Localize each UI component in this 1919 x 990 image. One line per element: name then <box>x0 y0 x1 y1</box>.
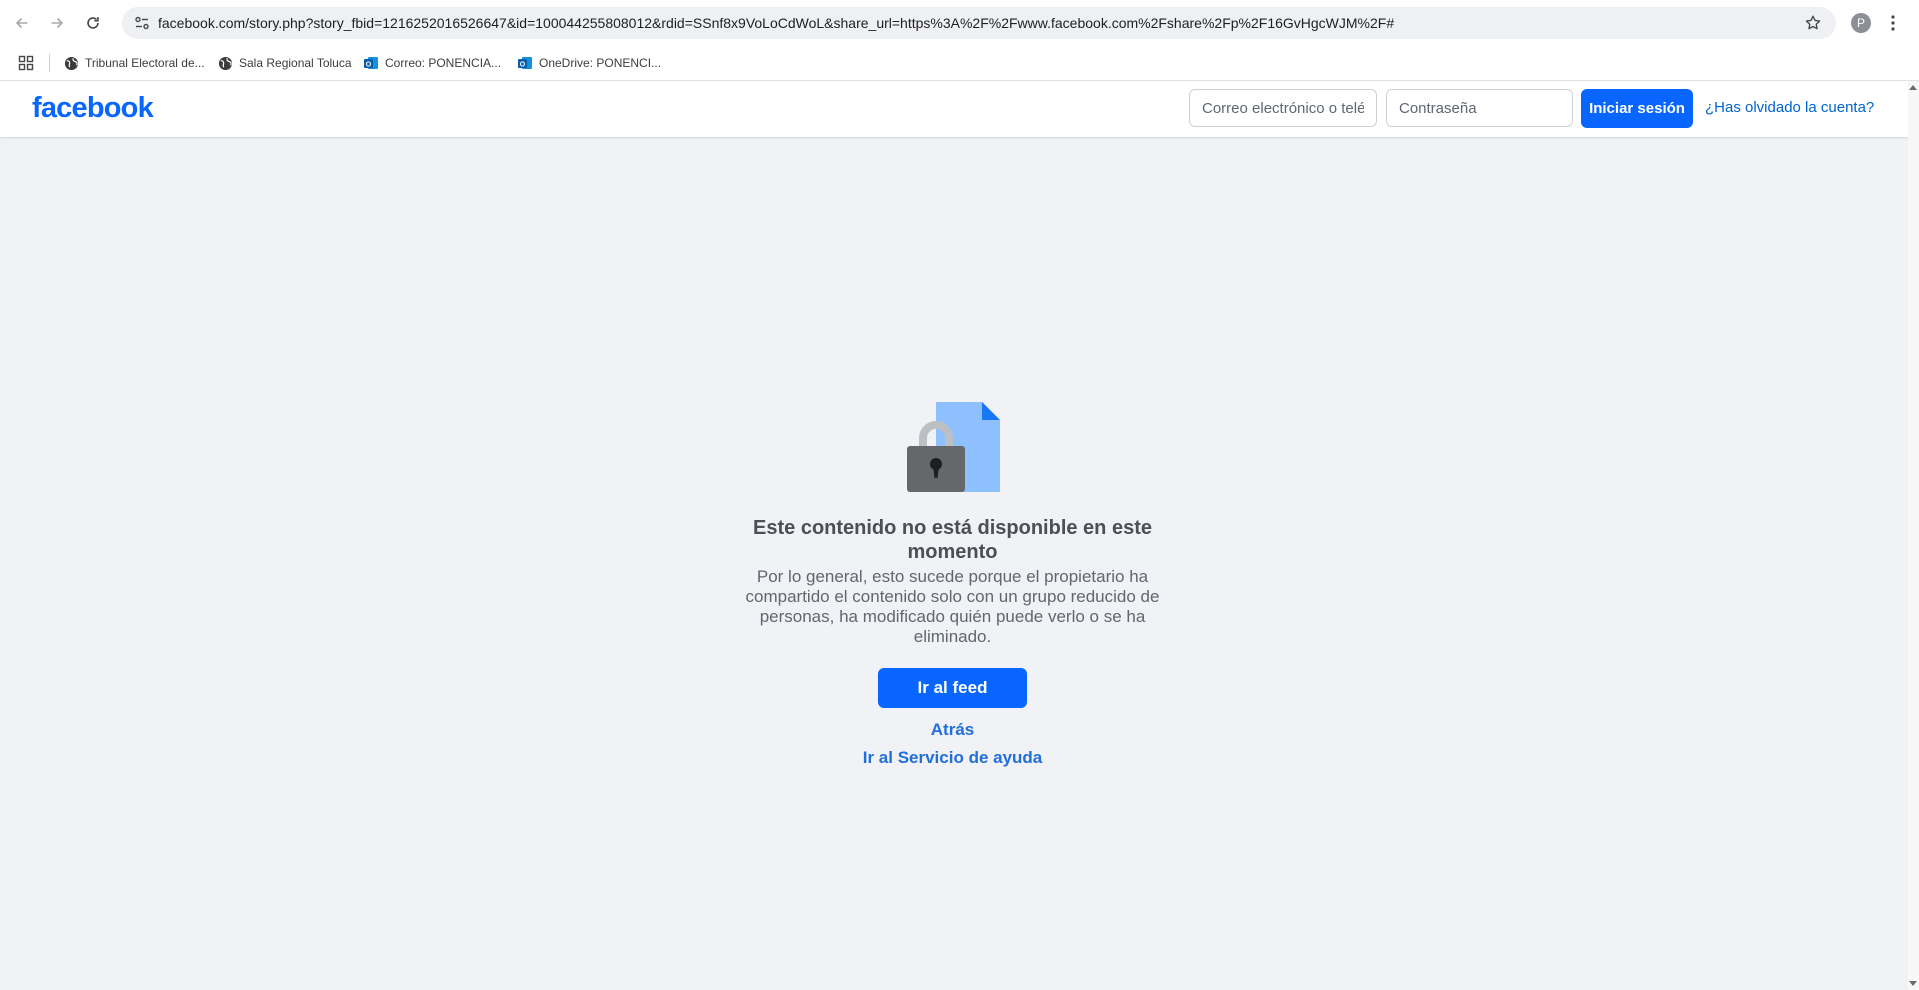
bookmark-sala-regional-toluca[interactable]: Sala Regional Toluca <box>217 52 352 74</box>
forward-arrow-icon[interactable] <box>44 10 70 36</box>
bookmarks-bar: Tribunal Electoral de... Sala Regional T… <box>0 46 1919 81</box>
site-info-icon[interactable] <box>130 11 154 35</box>
unavailable-title: Este contenido no está disponible en est… <box>753 517 1152 563</box>
unavailable-description: Por lo general, esto sucede porque el pr… <box>745 567 1160 646</box>
svg-text:O: O <box>520 61 526 68</box>
bookmark-tribunal-electoral[interactable]: Tribunal Electoral de... <box>63 52 205 74</box>
scroll-down-arrow-icon[interactable] <box>1909 981 1917 986</box>
locked-document-icon <box>906 400 1000 494</box>
page-scrollbar[interactable] <box>1908 81 1919 990</box>
login-button[interactable]: Iniciar sesión <box>1581 89 1693 128</box>
facebook-logo[interactable]: facebook <box>32 92 154 125</box>
bookmark-star-icon[interactable] <box>1802 12 1824 34</box>
outlook-icon: O <box>363 55 379 71</box>
url-text[interactable]: facebook.com/story.php?story_fbid=121625… <box>158 15 1394 31</box>
svg-text:O: O <box>366 61 372 68</box>
forgot-account-link[interactable]: ¿Has olvidado la cuenta? <box>1705 99 1874 116</box>
bookmark-correo-ponencia[interactable]: O Correo: PONENCIA... <box>363 52 501 74</box>
bookmarks-separator <box>49 54 50 72</box>
globe-icon <box>217 55 233 71</box>
help-center-link[interactable]: Ir al Servicio de ayuda <box>700 748 1205 768</box>
go-to-feed-button[interactable]: Ir al feed <box>878 668 1027 708</box>
apps-grid-icon[interactable] <box>18 55 34 71</box>
globe-icon <box>63 55 79 71</box>
back-link[interactable]: Atrás <box>700 720 1205 740</box>
browser-menu-icon[interactable] <box>1886 12 1900 34</box>
reload-icon[interactable] <box>80 10 106 36</box>
bookmark-onedrive-ponencia[interactable]: O OneDrive: PONENCI... <box>517 52 661 74</box>
bookmark-label: Correo: PONENCIA... <box>385 56 502 70</box>
password-field[interactable] <box>1386 89 1573 127</box>
browser-toolbar: facebook.com/story.php?story_fbid=121625… <box>0 0 1919 46</box>
back-arrow-icon[interactable] <box>9 10 35 36</box>
email-field[interactable] <box>1189 89 1377 127</box>
bookmark-label: Sala Regional Toluca <box>239 56 352 70</box>
facebook-header: facebook Iniciar sesión ¿Has olvidado la… <box>0 81 1908 137</box>
address-bar[interactable]: facebook.com/story.php?story_fbid=121625… <box>122 7 1836 39</box>
outlook-icon: O <box>517 55 533 71</box>
bookmark-label: Tribunal Electoral de... <box>85 56 205 70</box>
scroll-up-arrow-icon[interactable] <box>1909 85 1917 90</box>
bookmark-label: OneDrive: PONENCI... <box>539 56 662 70</box>
profile-avatar[interactable]: P <box>1851 13 1871 33</box>
